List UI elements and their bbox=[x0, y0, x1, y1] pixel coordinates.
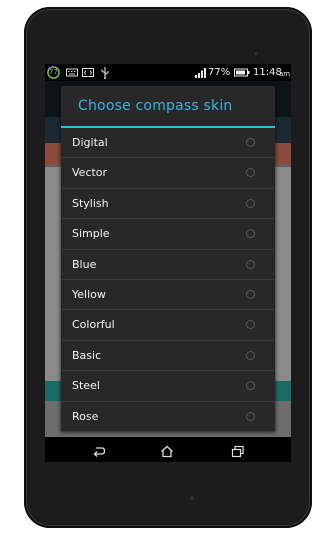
radio-button[interactable] bbox=[246, 289, 255, 299]
option-label: Blue bbox=[72, 257, 97, 271]
radio-button[interactable] bbox=[246, 259, 255, 269]
dialog-title: Choose compass skin bbox=[78, 98, 233, 114]
radio-button[interactable] bbox=[246, 381, 255, 391]
option-digital[interactable]: Digital bbox=[61, 128, 275, 159]
radio-button[interactable] bbox=[246, 198, 255, 208]
option-label: Basic bbox=[72, 348, 102, 362]
screen: 77 77% 11:48 am Choose compass skin Digi… bbox=[45, 64, 291, 462]
front-camera bbox=[253, 50, 260, 57]
radio-button[interactable] bbox=[246, 229, 255, 239]
radio-button[interactable] bbox=[246, 168, 255, 178]
option-vector[interactable]: Vector bbox=[61, 158, 275, 189]
compass-skin-dialog: Choose compass skin Digital Vector Styli… bbox=[61, 86, 275, 432]
radio-button[interactable] bbox=[246, 411, 255, 421]
option-label: Digital bbox=[72, 136, 108, 149]
battery-icon bbox=[234, 66, 250, 79]
option-label: Simple bbox=[72, 227, 110, 241]
option-basic[interactable]: Basic bbox=[61, 341, 275, 372]
option-label: Rose bbox=[72, 409, 99, 423]
recents-icon[interactable] bbox=[231, 443, 245, 458]
keyboard-icon bbox=[66, 66, 78, 79]
signal-icon bbox=[195, 66, 207, 79]
option-rose[interactable]: Rose bbox=[61, 402, 275, 432]
option-label: Colorful bbox=[72, 318, 115, 332]
radio-button[interactable] bbox=[246, 138, 255, 147]
clock-time: 11:48 bbox=[253, 67, 282, 78]
usb-icon bbox=[100, 66, 110, 79]
option-label: Vector bbox=[72, 166, 108, 180]
radio-button[interactable] bbox=[246, 350, 255, 360]
option-label: Yellow bbox=[72, 287, 106, 301]
battery-percent: 77% bbox=[208, 67, 231, 78]
radio-button[interactable] bbox=[246, 320, 255, 330]
option-blue[interactable]: Blue bbox=[61, 250, 275, 280]
status-bar: 77 77% 11:48 am bbox=[45, 64, 291, 81]
option-simple[interactable]: Simple bbox=[61, 219, 275, 250]
microphone bbox=[190, 496, 194, 500]
option-yellow[interactable]: Yellow bbox=[61, 280, 275, 311]
clock-ampm: am bbox=[279, 70, 291, 78]
option-stylish[interactable]: Stylish bbox=[61, 189, 275, 220]
code-icon bbox=[82, 66, 94, 79]
home-icon[interactable] bbox=[160, 443, 174, 458]
option-steel[interactable]: Steel bbox=[61, 371, 275, 402]
back-icon[interactable] bbox=[92, 443, 106, 457]
navigation-bar bbox=[45, 437, 291, 462]
option-colorful[interactable]: Colorful bbox=[61, 310, 275, 341]
skin-options-list: Digital Vector Stylish Simple Blue Yello… bbox=[61, 128, 275, 432]
notification-badge: 77 bbox=[49, 68, 58, 76]
option-label: Steel bbox=[72, 379, 100, 393]
option-label: Stylish bbox=[72, 196, 109, 210]
